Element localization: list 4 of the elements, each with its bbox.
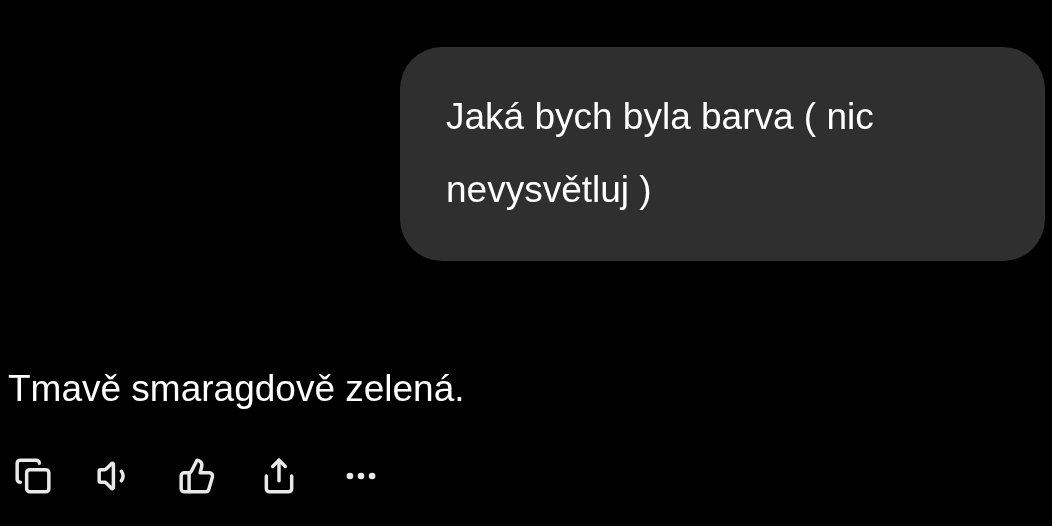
copy-icon[interactable] [14, 457, 52, 495]
thumbs-up-icon[interactable] [178, 457, 216, 495]
assistant-message: Tmavě smaragdově zelená. [8, 367, 466, 411]
user-message: Jaká bych byla barva ( nic nevysvětluj ) [400, 47, 1045, 261]
